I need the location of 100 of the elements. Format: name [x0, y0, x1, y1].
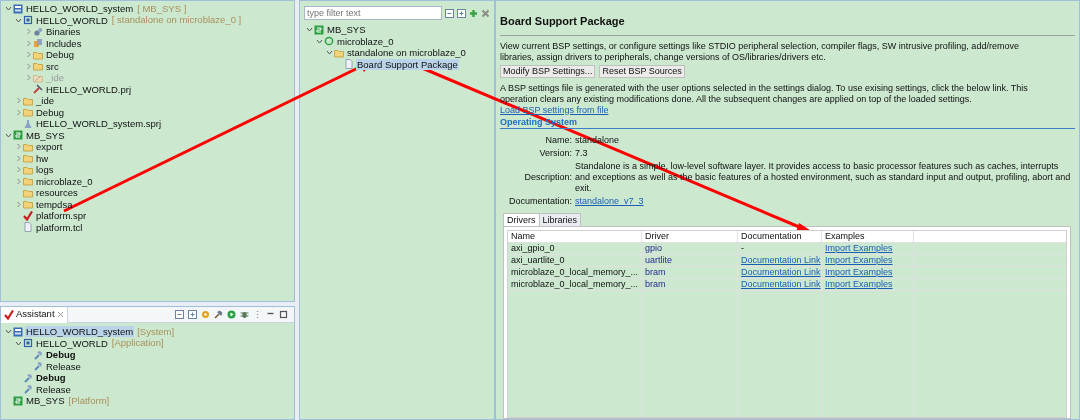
import-examples-link[interactable]: Import Examples	[825, 254, 893, 265]
maximize-icon[interactable]	[279, 310, 288, 319]
folder-icon	[33, 49, 43, 60]
chevron-right-icon[interactable]	[14, 143, 22, 151]
system-icon	[13, 3, 23, 14]
chevron-right-icon[interactable]	[14, 154, 22, 162]
chevron-down-icon[interactable]	[4, 5, 12, 13]
bsp-button[interactable]: Modify BSP Settings...	[500, 64, 596, 78]
filter-field[interactable]: type filter text	[304, 6, 442, 20]
tree-item[interactable]: microblaze_0	[35, 175, 94, 187]
folder-icon	[23, 107, 33, 118]
tree-item[interactable]: platform.spr	[35, 210, 88, 222]
tree-item[interactable]: resources	[35, 187, 79, 199]
flask-icon	[23, 118, 33, 129]
hammer-icon[interactable]	[214, 310, 223, 319]
chevron-down-icon[interactable]	[14, 16, 22, 24]
property-value: 7.3	[575, 147, 589, 159]
tree-item[interactable]: HELLO_WORLD	[35, 14, 109, 26]
tree-item[interactable]: standalone on microblaze_0	[346, 47, 467, 59]
load-settings-link[interactable]: Load BSP settings from file	[500, 104, 609, 116]
documentation-link[interactable]: standalone_v7_3	[575, 195, 644, 207]
import-examples-link[interactable]: Import Examples	[825, 266, 893, 277]
chevron-right-icon[interactable]	[24, 39, 32, 47]
tree-item[interactable]: Debug	[35, 106, 65, 118]
chevron-down-icon[interactable]	[4, 131, 12, 139]
tree-item[interactable]: HELLO_WORLD_system	[25, 326, 135, 338]
chevron-down-icon[interactable]	[4, 328, 12, 336]
tree-item[interactable]: HELLO_WORLD	[35, 337, 109, 349]
chevron-right-icon[interactable]	[24, 28, 32, 36]
tree-item[interactable]: Debug	[35, 372, 67, 384]
property-label: Version:	[538, 147, 572, 159]
chevron-down-icon[interactable]	[305, 26, 313, 34]
tree-item[interactable]: HELLO_WORLD_system.sprj	[35, 118, 163, 130]
tree-item[interactable]: hw	[35, 152, 50, 164]
add-icon[interactable]	[469, 8, 478, 18]
tree-item[interactable]: microblaze_0	[336, 35, 395, 47]
table-cell: -	[741, 242, 744, 253]
chevron-right-icon[interactable]	[14, 200, 22, 208]
bug-icon[interactable]	[240, 310, 249, 319]
play-icon[interactable]	[227, 310, 236, 319]
chevron-right-icon[interactable]	[24, 62, 32, 70]
tree-item[interactable]: MB_SYS	[326, 24, 367, 36]
tree-item[interactable]: MB_SYS	[25, 395, 66, 407]
tree-item[interactable]: platform.tcl	[35, 221, 84, 233]
chevron-right-icon[interactable]	[14, 177, 22, 185]
bsp-button[interactable]: Reset BSP Sources	[599, 64, 685, 78]
column-header: Driver	[642, 230, 738, 243]
documentation-link[interactable]: Documentation Link	[741, 278, 821, 289]
chevron-right-icon[interactable]	[14, 166, 22, 174]
folder-icon	[23, 153, 33, 164]
close-icon[interactable]	[56, 311, 64, 318]
table-cell: axi_uartlite_0	[508, 254, 642, 267]
import-examples-link[interactable]: Import Examples	[825, 278, 893, 289]
folder-icon	[23, 176, 33, 187]
chevron-down-icon[interactable]	[325, 49, 333, 57]
table-cell: microblaze_0_local_memory_...	[508, 266, 642, 279]
documentation-link[interactable]: Documentation Link	[741, 266, 821, 277]
import-examples-link[interactable]: Import Examples	[825, 242, 893, 253]
chevron-down-icon[interactable]	[315, 37, 323, 45]
property-label: Documentation:	[507, 195, 572, 207]
folder-icon	[23, 199, 33, 210]
hammer-icon	[33, 349, 43, 360]
table-cell: bram	[642, 266, 738, 279]
property-label: Description:	[523, 171, 572, 183]
tree-item[interactable]: _ide	[35, 95, 55, 107]
collapse-all-icon[interactable]	[445, 8, 454, 18]
tree-item[interactable]: Binaries	[45, 26, 82, 38]
close-icon[interactable]	[481, 8, 490, 18]
tree-item[interactable]: MB_SYS	[25, 129, 66, 141]
tree-item-tag: [Application]	[111, 336, 164, 351]
tree-item[interactable]: logs	[35, 164, 55, 176]
tree-item[interactable]: Board Support Package	[356, 58, 459, 70]
chevron-right-icon[interactable]	[14, 108, 22, 116]
collapse-all-icon[interactable]	[175, 310, 184, 319]
assistant-tab[interactable]: Assistant	[1, 306, 68, 323]
settings-icon[interactable]	[201, 310, 210, 319]
tree-item[interactable]: tempdsa	[35, 198, 74, 210]
platform-icon	[314, 24, 324, 35]
chevron-right-icon[interactable]	[24, 51, 32, 59]
library-icon	[33, 38, 43, 49]
chevron-right-icon[interactable]	[14, 97, 22, 105]
tree-item[interactable]: HELLO_WORLD_system	[25, 3, 135, 15]
expand-all-icon[interactable]	[457, 8, 466, 18]
tab[interactable]: Libraries	[539, 212, 581, 226]
tree-item[interactable]: Debug	[45, 49, 75, 61]
chip-icon	[23, 338, 33, 349]
chevron-right-icon[interactable]	[24, 74, 32, 82]
tab[interactable]: Drivers	[503, 212, 540, 226]
tree-item[interactable]: Release	[35, 383, 72, 395]
tree-item[interactable]: src	[45, 60, 60, 72]
tree-item[interactable]: export	[35, 141, 64, 153]
tree-item[interactable]: HELLO_WORLD.prj	[45, 83, 132, 95]
expand-all-icon[interactable]	[188, 310, 197, 319]
tree-item[interactable]: Debug	[45, 349, 77, 361]
chevron-down-icon[interactable]	[14, 339, 22, 347]
documentation-link[interactable]: Documentation Link	[741, 254, 821, 265]
tree-item[interactable]: Includes	[45, 37, 83, 49]
tree-item[interactable]: Release	[45, 360, 82, 372]
folder-icon	[23, 187, 33, 198]
tools-icon	[33, 84, 43, 95]
